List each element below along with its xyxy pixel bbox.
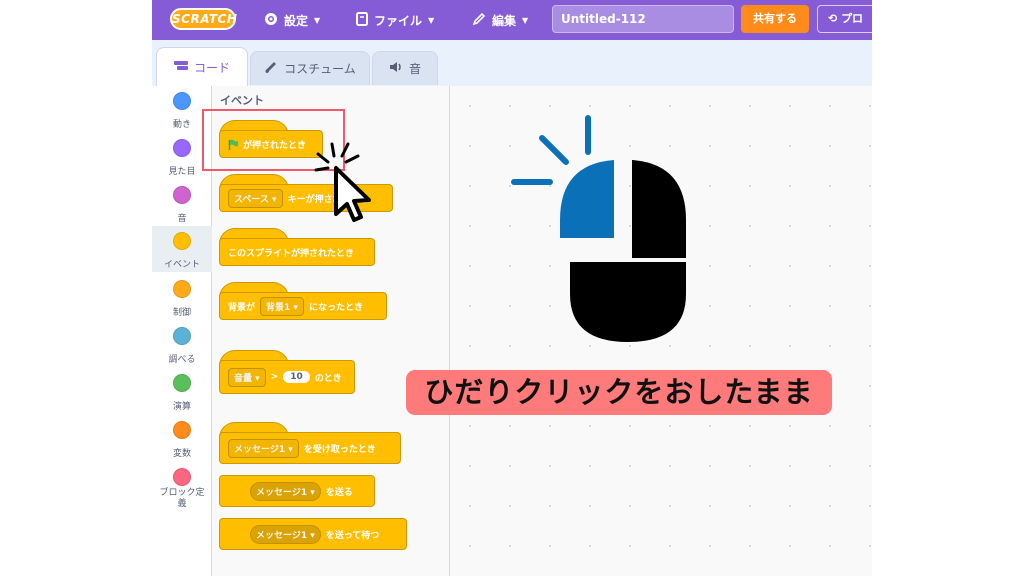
category-label: イベント bbox=[163, 260, 200, 270]
chevron-down-icon: ▼ bbox=[314, 15, 321, 25]
category-variables[interactable]: 変数 bbox=[152, 417, 212, 463]
mouse-right-button bbox=[632, 160, 686, 258]
category-dot bbox=[173, 186, 191, 204]
loudness-dropdown[interactable]: 音量 ▾ bbox=[228, 367, 266, 387]
share-button[interactable]: 共有する bbox=[741, 5, 809, 33]
block-text: を送る bbox=[325, 487, 353, 498]
category-label: 音 bbox=[177, 214, 187, 224]
settings-label: 設定 bbox=[284, 13, 309, 28]
chevron-down-icon: ▼ bbox=[522, 15, 529, 25]
project-title-input[interactable]: Untitled-112 bbox=[552, 5, 734, 33]
tab-code[interactable]: コード bbox=[156, 47, 248, 86]
edit-menu[interactable]: 編集 ▼ bbox=[472, 0, 528, 40]
category-label: 演算 bbox=[172, 402, 191, 412]
block-when-i-receive[interactable]: メッセージ1 ▾ を受け取ったとき bbox=[219, 432, 401, 464]
tab-sounds[interactable]: 音 bbox=[372, 51, 438, 85]
category-dot bbox=[173, 327, 191, 345]
category-dot bbox=[173, 280, 191, 298]
block-text: のとき bbox=[314, 373, 342, 384]
file-label: ファイル bbox=[374, 13, 423, 28]
backdrop-dropdown[interactable]: 背景1 ▾ bbox=[260, 296, 304, 316]
category-label: 見た目 bbox=[168, 167, 196, 177]
message-dropdown[interactable]: メッセージ1 ▾ bbox=[250, 481, 321, 501]
category-sound[interactable]: 音 bbox=[152, 182, 212, 228]
category-dot bbox=[173, 421, 191, 439]
block-broadcast[interactable]: メッセージ1 ▾ を送る bbox=[219, 475, 375, 507]
mouse-body bbox=[570, 262, 686, 342]
editor-tabs: コード コスチューム 音 bbox=[152, 40, 872, 86]
refresh-icon: ⟲ bbox=[828, 12, 838, 25]
gear-icon bbox=[264, 12, 278, 29]
block-text: 背景が bbox=[228, 302, 256, 313]
message-dropdown[interactable]: メッセージ1 ▾ bbox=[228, 438, 299, 458]
pencil-icon bbox=[472, 12, 486, 29]
category-sensing[interactable]: 調べる bbox=[152, 323, 212, 369]
tab-costumes[interactable]: コスチューム bbox=[250, 51, 370, 85]
mouse-left-button bbox=[560, 160, 614, 238]
category-label: 動き bbox=[172, 120, 191, 130]
block-text: > bbox=[270, 372, 279, 382]
menu-bar: SCRATCH 設定 ▼ ファイル ▼ 編集 ▼ Untitled-112 共有… bbox=[152, 0, 872, 40]
project-page-label: プロ bbox=[841, 12, 864, 25]
instruction-caption: ひだりクリックをおしたまま bbox=[406, 370, 832, 415]
palette-heading: イベント bbox=[220, 94, 264, 107]
block-text: このスプライトが押されたとき bbox=[228, 248, 355, 259]
loudness-value-input[interactable]: 10 bbox=[283, 371, 310, 383]
tab-sounds-label: 音 bbox=[408, 62, 421, 76]
block-text: を受け取ったとき bbox=[303, 444, 376, 455]
category-label: 制御 bbox=[172, 308, 191, 318]
category-label: 調べる bbox=[168, 355, 196, 365]
see-project-page-button[interactable]: ⟲ プロ bbox=[817, 5, 872, 33]
block-when-sprite-clicked[interactable]: このスプライトが押されたとき bbox=[219, 238, 375, 266]
block-text: を送って待つ bbox=[325, 530, 380, 541]
category-events[interactable]: イベント bbox=[152, 226, 212, 272]
tab-costumes-label: コスチューム bbox=[284, 62, 356, 76]
settings-menu[interactable]: 設定 ▼ bbox=[264, 0, 320, 40]
file-menu[interactable]: ファイル ▼ bbox=[356, 0, 434, 40]
block-text: になったとき bbox=[308, 302, 363, 313]
category-my-blocks[interactable]: ブロック定義 bbox=[152, 464, 212, 520]
category-dot bbox=[173, 139, 191, 157]
block-when-loudness[interactable]: 音量 ▾ > 10 のとき bbox=[219, 360, 355, 394]
category-dot bbox=[173, 374, 191, 392]
cursor-icon bbox=[314, 142, 371, 222]
category-label: 変数 bbox=[172, 449, 191, 459]
key-dropdown[interactable]: スペース ▾ bbox=[228, 188, 283, 208]
message-dropdown[interactable]: メッセージ1 ▾ bbox=[250, 524, 321, 544]
scratch-logo[interactable]: SCRATCH bbox=[170, 8, 237, 30]
category-dot bbox=[173, 232, 191, 250]
category-dot bbox=[173, 468, 191, 486]
brush-icon bbox=[264, 60, 278, 77]
category-operators[interactable]: 演算 bbox=[152, 370, 212, 416]
category-label: ブロック定義 bbox=[159, 488, 205, 509]
block-broadcast-and-wait[interactable]: メッセージ1 ▾ を送って待つ bbox=[219, 518, 407, 550]
edit-label: 編集 bbox=[492, 13, 517, 28]
speaker-icon bbox=[389, 61, 403, 76]
mouse-icon bbox=[511, 115, 686, 342]
block-when-backdrop-switches[interactable]: 背景が 背景1 ▾ になったとき bbox=[219, 292, 387, 320]
category-dot bbox=[173, 92, 191, 110]
chevron-down-icon: ▼ bbox=[428, 15, 435, 25]
category-control[interactable]: 制御 bbox=[152, 276, 212, 322]
tab-code-label: コード bbox=[193, 60, 230, 75]
file-icon bbox=[356, 11, 368, 29]
code-icon bbox=[173, 60, 188, 74]
